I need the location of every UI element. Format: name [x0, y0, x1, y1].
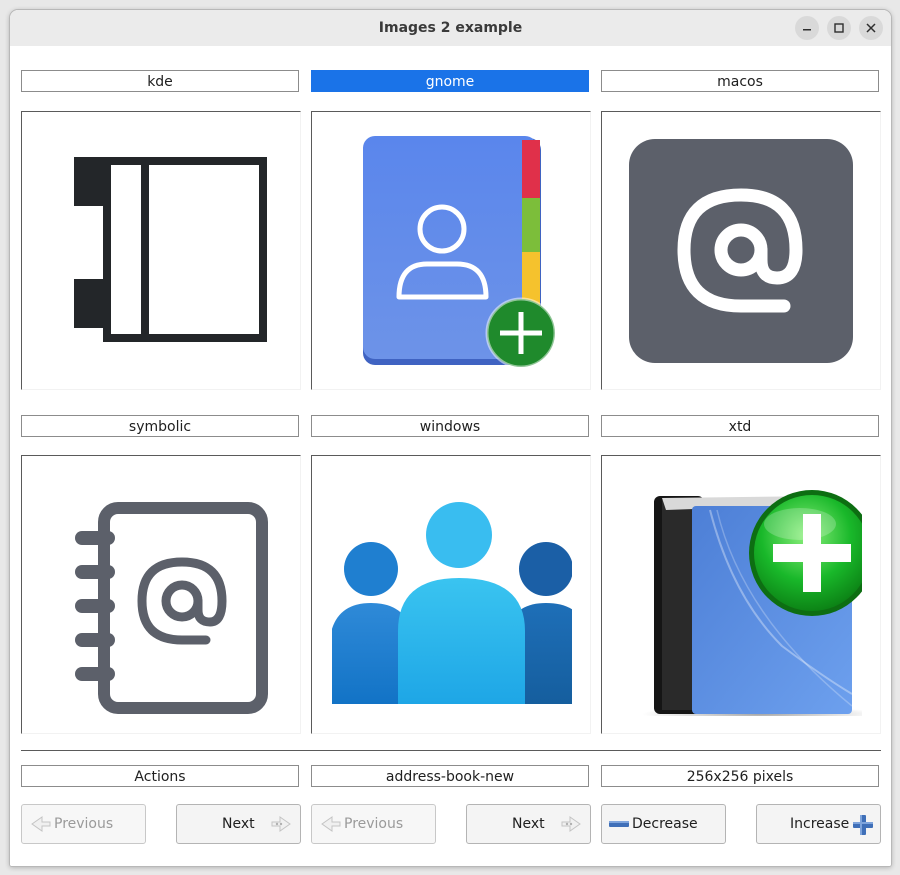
theme-label-symbolic[interactable]: symbolic	[21, 415, 299, 437]
minimize-icon	[803, 29, 811, 31]
title-bar[interactable]: Images 2 example	[10, 10, 891, 47]
app-window: Images 2 example kde gnome macos symboli…	[9, 9, 892, 867]
group-previous-label: Previous	[54, 816, 114, 832]
name-next-button[interactable]: Next	[466, 804, 591, 844]
theme-label-kde[interactable]: kde	[21, 70, 299, 92]
image-cell-macos[interactable]	[601, 111, 881, 390]
go-next-icon	[561, 816, 581, 832]
increase-label: Increase	[790, 816, 850, 832]
go-previous-icon	[321, 816, 341, 832]
name-previous-button[interactable]: Previous	[311, 804, 436, 844]
go-next-icon	[271, 816, 291, 832]
image-cell-xtd[interactable]	[601, 455, 881, 734]
window-title: Images 2 example	[378, 20, 523, 36]
macos-address-book-icon	[629, 139, 853, 363]
image-cell-kde[interactable]	[21, 111, 301, 390]
xtd-address-book-new-icon	[642, 490, 862, 716]
increase-button[interactable]: Increase	[756, 804, 881, 844]
minus-icon	[609, 821, 629, 827]
maximize-button[interactable]	[827, 16, 851, 40]
kde-address-book-icon	[74, 157, 267, 342]
group-previous-button[interactable]: Previous	[21, 804, 146, 844]
image-cell-symbolic[interactable]	[21, 455, 301, 734]
separator	[21, 750, 881, 751]
go-previous-icon	[31, 816, 51, 832]
theme-label-windows[interactable]: windows	[311, 415, 589, 437]
plus-icon	[853, 815, 873, 835]
size-label: 256x256 pixels	[601, 765, 879, 787]
group-next-button[interactable]: Next	[176, 804, 301, 844]
decrease-label: Decrease	[632, 816, 698, 832]
theme-label-macos[interactable]: macos	[601, 70, 879, 92]
name-previous-label: Previous	[344, 816, 404, 832]
image-cell-windows[interactable]	[311, 455, 591, 734]
maximize-icon	[834, 23, 844, 33]
group-label: Actions	[21, 765, 299, 787]
theme-label-gnome[interactable]: gnome	[311, 70, 589, 92]
decrease-button[interactable]: Decrease	[601, 804, 726, 844]
theme-label-xtd[interactable]: xtd	[601, 415, 879, 437]
windows-people-icon	[332, 502, 572, 704]
minimize-button[interactable]	[795, 16, 819, 40]
main-content: kde gnome macos symbolic windows xtd Act…	[10, 46, 891, 866]
group-next-label: Next	[222, 816, 255, 832]
icon-name-label: address-book-new	[311, 765, 589, 787]
image-cell-gnome[interactable]	[311, 111, 591, 390]
symbolic-address-book-icon	[75, 502, 268, 714]
close-button[interactable]	[859, 16, 883, 40]
name-next-label: Next	[512, 816, 545, 832]
close-icon	[866, 23, 876, 33]
gnome-address-book-new-icon	[363, 136, 557, 369]
